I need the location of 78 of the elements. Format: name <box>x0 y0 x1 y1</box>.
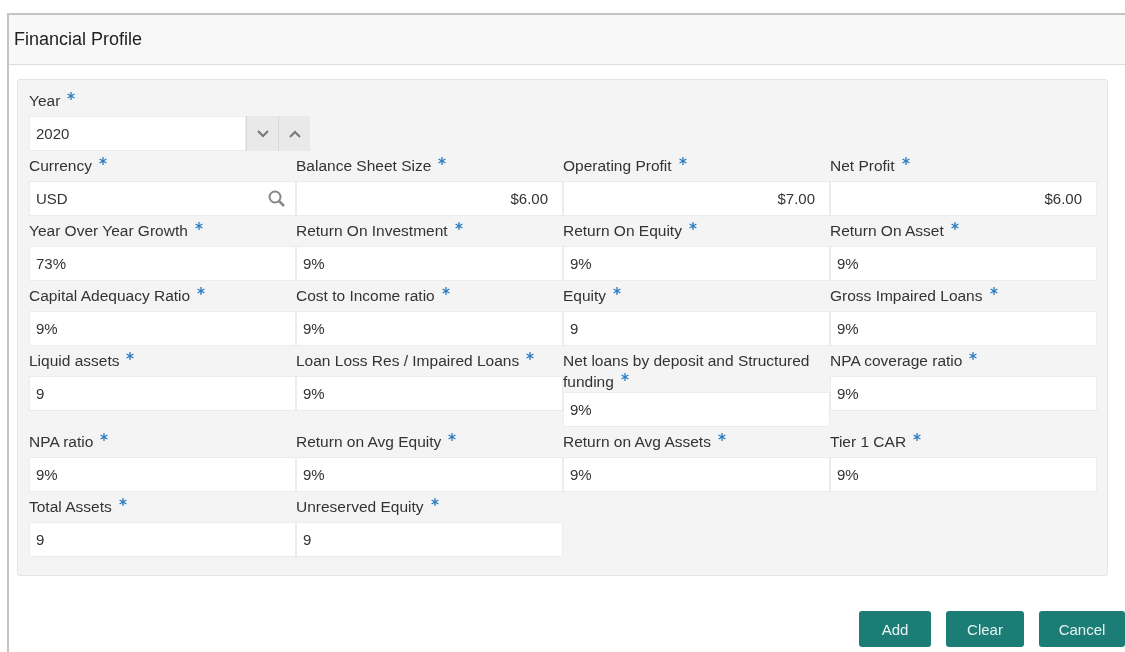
field-value: 73% <box>36 255 67 272</box>
field-label: Operating Profit <box>563 157 672 174</box>
input-field[interactable]: 9 <box>29 522 296 557</box>
field-label: NPA coverage ratio <box>830 352 963 369</box>
field-value: 9% <box>570 401 592 418</box>
field-label: Net Profit <box>830 157 895 174</box>
field-value: 9% <box>36 466 58 483</box>
input-field[interactable]: 9% <box>296 246 563 281</box>
chevron-down-icon <box>256 129 269 138</box>
input-field[interactable]: 9 <box>563 311 830 346</box>
field-value: $7.00 <box>777 190 815 207</box>
input-field[interactable]: 9% <box>296 311 563 346</box>
search-icon <box>268 190 285 207</box>
input-field[interactable]: 9% <box>563 392 830 427</box>
increment-button[interactable] <box>278 116 310 151</box>
input-field[interactable]: 9% <box>830 246 1097 281</box>
field-label: Return On Asset <box>830 222 944 239</box>
field-label: Year Over Year Growth <box>29 222 188 239</box>
field-label: Equity <box>563 287 607 304</box>
field-value: 9% <box>837 385 859 402</box>
field-value: 9% <box>303 320 325 337</box>
field-value: $6.00 <box>510 190 548 207</box>
input-field[interactable]: 9% <box>830 457 1097 492</box>
field-value: 9 <box>36 531 45 548</box>
field-label: Tier 1 CAR <box>830 433 907 450</box>
field-value: 9% <box>303 385 325 402</box>
field-label: Return On Investment <box>296 222 448 239</box>
field-label: Balance Sheet Size <box>296 157 432 174</box>
field-value: USD <box>36 190 68 207</box>
input-field[interactable]: 73% <box>29 246 296 281</box>
field-label: Return on Avg Assets <box>563 433 711 450</box>
field-label: Liquid assets <box>29 352 120 369</box>
field-value: 9 <box>36 385 45 402</box>
field-label: Capital Adequacy Ratio <box>29 287 191 304</box>
chevron-up-icon <box>288 129 301 138</box>
field-label: Net loans by deposit and Structured funding <box>563 352 810 390</box>
field-label: Loan Loss Res / Impaired Loans <box>296 352 520 369</box>
input-field[interactable]: 9% <box>563 457 830 492</box>
field-label: NPA ratio <box>29 433 94 450</box>
lookup-field[interactable]: USD <box>29 181 296 216</box>
amount-field[interactable]: $6.00 <box>830 181 1097 216</box>
input-field[interactable]: 9 <box>296 522 563 557</box>
input-field[interactable]: 9 <box>29 376 296 411</box>
field-label: Year <box>29 92 61 109</box>
input-field[interactable]: 9% <box>296 457 563 492</box>
field-value: 9% <box>837 255 859 272</box>
field-value: 9% <box>303 255 325 272</box>
year-input[interactable]: 2020 <box>29 116 246 151</box>
input-field[interactable]: 9% <box>296 376 563 411</box>
input-field[interactable]: 9% <box>29 311 296 346</box>
field-label: Currency <box>29 157 92 174</box>
field-value: 9% <box>570 466 592 483</box>
field-label: Gross Impaired Loans <box>830 287 983 304</box>
action-button[interactable]: Cancel <box>1039 611 1125 647</box>
field-value: 9 <box>303 531 312 548</box>
field-label: Total Assets <box>29 498 112 515</box>
field-label: Cost to Income ratio <box>296 287 435 304</box>
field-value: 9% <box>570 255 592 272</box>
field-label: Return On Equity <box>563 222 682 239</box>
amount-field[interactable]: $6.00 <box>296 181 563 216</box>
field-value: 9 <box>570 320 579 337</box>
amount-field[interactable]: $7.00 <box>563 181 830 216</box>
field-value: 9% <box>303 466 325 483</box>
decrement-button[interactable] <box>246 116 278 151</box>
field-value: 2020 <box>36 125 70 142</box>
action-button[interactable]: Clear <box>946 611 1024 647</box>
input-field[interactable]: 9% <box>830 311 1097 346</box>
input-field[interactable]: 9% <box>29 457 296 492</box>
action-button[interactable]: Add <box>859 611 931 647</box>
input-field[interactable]: 9% <box>563 246 830 281</box>
field-value: 9% <box>837 466 859 483</box>
field-value: $6.00 <box>1044 190 1082 207</box>
page-title: Financial Profile <box>14 29 143 50</box>
field-value: 9% <box>36 320 58 337</box>
field-label: Return on Avg Equity <box>296 433 442 450</box>
field-value: 9% <box>837 320 859 337</box>
field-label: Unreserved Equity <box>296 498 424 515</box>
input-field[interactable]: 9% <box>830 376 1097 411</box>
